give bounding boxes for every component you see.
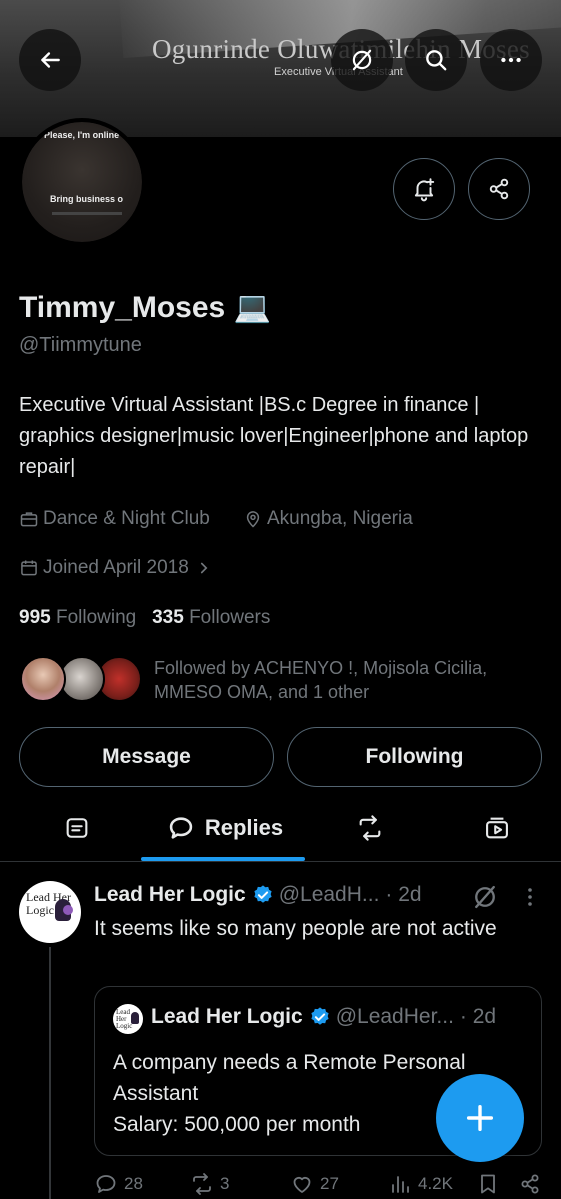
post-text: It seems like so many people are not act… (94, 917, 497, 940)
quoted-author-handle: @LeadHer... (335, 1005, 454, 1028)
notifications-button[interactable] (393, 158, 455, 220)
grok-button[interactable] (331, 29, 393, 91)
bell-plus-icon (414, 178, 435, 202)
more-options-button[interactable] (480, 29, 542, 91)
avatar-decoration (52, 212, 122, 215)
followed-by-text[interactable]: Followed by ACHENYO !, Mojisola Cicilia,… (154, 656, 549, 704)
tab-media[interactable] (475, 806, 519, 850)
share-icon[interactable] (518, 1172, 542, 1196)
share-profile-button[interactable] (468, 158, 530, 220)
media-icon (486, 817, 508, 839)
post-author-avatar[interactable]: Lead Her Logic (19, 881, 81, 943)
heart-icon (293, 1176, 311, 1193)
grok-icon[interactable] (471, 883, 499, 911)
profile-avatar[interactable]: Please, I'm online Bring business o (18, 118, 146, 246)
back-button[interactable] (19, 29, 81, 91)
views-count: 4.2K (418, 1174, 453, 1193)
follow-stats: 995 Following 335 Followers (19, 607, 270, 629)
avatar-text-top: Please, I'm online (44, 130, 120, 140)
profile-category: Dance & Night Club (19, 508, 210, 530)
following-count: 995 (19, 607, 51, 628)
plus-icon (466, 1104, 494, 1132)
location-pin-icon (246, 511, 260, 528)
more-vertical-icon[interactable] (518, 883, 542, 911)
speech-bubble-icon (169, 817, 193, 839)
posts-icon (66, 818, 88, 838)
message-button[interactable]: Message (19, 727, 274, 787)
tab-reposts[interactable] (348, 806, 392, 850)
thread-line (49, 947, 51, 1199)
quoted-author-name: Lead Her Logic (151, 1005, 303, 1028)
post-time: · 2d (385, 883, 422, 906)
like-action[interactable]: 27 (290, 1172, 339, 1196)
views-action[interactable]: 4.2K (388, 1172, 453, 1196)
tab-divider (0, 861, 561, 862)
reply-icon (96, 1175, 116, 1193)
display-name: Timmy_Moses 💻 (19, 291, 271, 324)
followers-count: 335 (152, 607, 184, 628)
more-horizontal-icon (501, 57, 521, 63)
quoted-author-avatar: Lead Her Logic (113, 1004, 143, 1034)
profile-banner: Ogunrinde Oluwatimilehin Moses Executive… (0, 0, 561, 137)
share-icon (489, 178, 509, 200)
following-button[interactable]: Following (287, 727, 542, 787)
user-handle: @Tiimmytune (19, 334, 142, 356)
quoted-post-time: · 2d (459, 1005, 497, 1028)
briefcase-icon (20, 512, 38, 527)
bar-chart-icon (392, 1176, 409, 1193)
follower-avatar (20, 656, 66, 702)
logo-silhouette (131, 1012, 139, 1024)
location-text: Akungba, Nigeria (267, 508, 413, 529)
profile-location: Akungba, Nigeria (243, 508, 413, 530)
like-count: 27 (320, 1174, 339, 1193)
grok-icon (352, 49, 372, 71)
profile-bio: Executive Virtual Assistant |BS.c Degree… (19, 394, 529, 478)
avatar-text-bottom: Bring business o (50, 194, 124, 204)
join-date-text: Joined April 2018 (43, 557, 189, 578)
logo-accent (63, 905, 73, 915)
post-author-name[interactable]: Lead Her Logic (94, 883, 246, 907)
post-header: Lead Her Logic @LeadH... · 2d (94, 883, 422, 907)
following-label: Following (55, 607, 137, 628)
join-date[interactable]: Joined April 2018 (19, 557, 217, 579)
calendar-icon (21, 560, 37, 576)
category-text: Dance & Night Club (43, 508, 210, 529)
compose-post-button[interactable] (436, 1074, 524, 1162)
followers-link[interactable]: 335 Followers (152, 607, 270, 628)
repost-icon (193, 1173, 211, 1195)
verified-badge-icon (254, 885, 272, 903)
post-author-handle[interactable]: @LeadH... (279, 883, 380, 907)
repost-count: 3 (220, 1174, 230, 1193)
repost-icon (359, 815, 381, 841)
reply-action[interactable]: 28 (94, 1172, 143, 1196)
bookmark-icon[interactable] (476, 1172, 500, 1196)
following-link[interactable]: 995 Following (19, 607, 136, 628)
followers-label: Followers (189, 607, 271, 628)
tab-posts[interactable] (55, 806, 99, 850)
quoted-post-header: Lead Her Logic @LeadHer... · 2d (151, 1005, 496, 1029)
search-icon (426, 50, 447, 71)
search-button[interactable] (405, 29, 467, 91)
chevron-right-icon (200, 562, 208, 574)
tab-replies[interactable]: Replies (160, 806, 290, 850)
reply-count: 28 (124, 1174, 143, 1193)
avatar-image (22, 122, 142, 242)
repost-action[interactable]: 3 (190, 1172, 229, 1196)
verified-badge-icon (311, 1007, 329, 1025)
arrow-left-icon (41, 52, 60, 68)
tab-replies-label: Replies (204, 815, 284, 840)
